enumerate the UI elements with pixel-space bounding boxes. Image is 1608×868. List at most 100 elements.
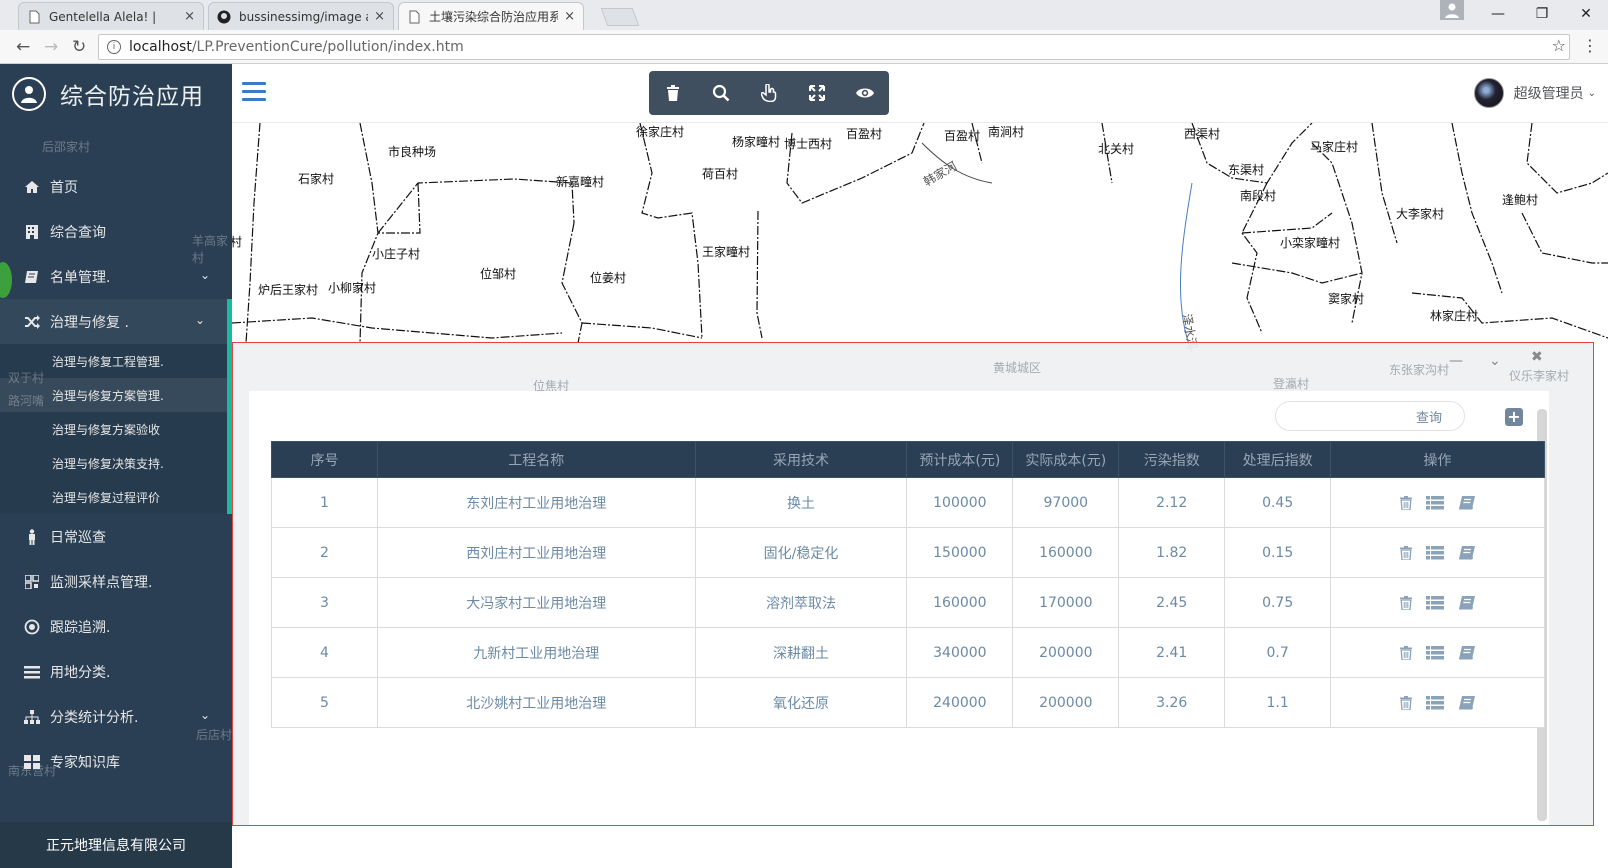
- window-minimize-button[interactable]: —: [1476, 0, 1520, 28]
- cell-project-name: 九新村工业用地治理: [376, 627, 696, 678]
- table-row[interactable]: 5 北沙姚村工业用地治理 氧化还原 240000 200000 3.26 1.1: [271, 677, 1545, 728]
- sidebar-item-sampling[interactable]: 监测采样点管理.: [0, 559, 232, 604]
- panel-minimize-button[interactable]: —: [1449, 353, 1463, 369]
- user-md-icon: [12, 77, 46, 111]
- hand-pointer-icon[interactable]: [747, 71, 791, 115]
- column-header[interactable]: 采用技术: [694, 441, 908, 478]
- column-header[interactable]: 序号: [271, 441, 378, 478]
- tab-close-icon[interactable]: ×: [184, 9, 195, 24]
- column-header[interactable]: 处理后指数: [1224, 441, 1332, 478]
- cell-treated-index: 1.1: [1224, 677, 1332, 728]
- map-village-label: 石家村: [298, 172, 335, 186]
- back-icon[interactable]: ←: [16, 37, 30, 57]
- list-icon[interactable]: [1425, 595, 1444, 610]
- book-icon[interactable]: [1458, 545, 1476, 560]
- trash-icon[interactable]: [1399, 545, 1412, 560]
- map-village-label: 市良种场: [388, 145, 437, 159]
- table-row[interactable]: 1 东刘庄村工业用地治理 换土 100000 97000 2.12 0.45: [271, 477, 1545, 528]
- sidebar-item-list-management[interactable]: 名单管理. ⌄: [0, 254, 232, 299]
- cell-index: 2: [271, 527, 378, 578]
- map-village-label: 西渠村: [1184, 127, 1221, 141]
- menu-toggle-icon[interactable]: [242, 82, 266, 106]
- cell-pollution-index: 2.41: [1118, 627, 1226, 678]
- panel-collapse-button[interactable]: ⌄: [1489, 353, 1501, 369]
- trash-icon[interactable]: [1399, 595, 1412, 610]
- cell-treated-index: 0.15: [1224, 527, 1332, 578]
- cell-index: 1: [271, 477, 378, 528]
- browser-toolbar: ← → ↻ i localhost /LP.PreventionCure/pol…: [0, 30, 1608, 64]
- list-icon[interactable]: [1425, 545, 1444, 560]
- fullscreen-icon[interactable]: [795, 71, 839, 115]
- table-row[interactable]: 4 九新村工业用地治理 深耕翻土 340000 200000 2.41 0.7: [271, 627, 1545, 678]
- submenu-item-acceptance[interactable]: 治理与修复方案验收: [0, 412, 232, 446]
- column-header[interactable]: 预计成本(元): [906, 441, 1014, 478]
- panel-close-button[interactable]: ✖: [1531, 349, 1543, 365]
- sidebar-item-label: 治理与修复 .: [50, 314, 129, 331]
- eye-icon[interactable]: [843, 71, 887, 115]
- app-root: 后邵家村 羊高家村 双于村 路河嘴 后店村 南东营村 综合防治应用 首页 综合查…: [0, 64, 1608, 868]
- address-bar[interactable]: i localhost /LP.PreventionCure/pollution…: [98, 34, 1570, 60]
- tab-close-icon[interactable]: ×: [564, 9, 575, 24]
- book-icon[interactable]: [1458, 495, 1476, 510]
- submenu-item-decision[interactable]: 治理与修复决策支持.: [0, 446, 232, 480]
- tab-close-icon[interactable]: ×: [374, 9, 385, 24]
- sidebar-brand[interactable]: 综合防治应用: [0, 64, 232, 124]
- add-icon[interactable]: +: [1505, 408, 1523, 426]
- cell-treated-index: 0.45: [1224, 477, 1332, 528]
- column-header[interactable]: 实际成本(元): [1012, 441, 1120, 478]
- sidebar-item-patrol[interactable]: 日常巡查: [0, 514, 232, 559]
- search-input[interactable]: [1286, 406, 1406, 426]
- remediation-plan-panel: 黄城城区 位焦村 登瀛村 东张家沟村 仪乐李家村 — ⌄ ✖ 查询 + 序号 工…: [232, 342, 1594, 826]
- sidebar-item-statistics[interactable]: 分类统计分析. ⌄: [0, 694, 232, 739]
- table-row[interactable]: 3 大冯家村工业用地治理 溶剂萃取法 160000 170000 2.45 0.…: [271, 577, 1545, 628]
- trash-icon[interactable]: [1399, 495, 1412, 510]
- bookmark-star-icon[interactable]: ☆: [1552, 36, 1566, 55]
- user-menu[interactable]: 超级管理员 ⌄: [1473, 78, 1596, 108]
- new-tab-button[interactable]: [600, 8, 640, 26]
- cell-pollution-index: 2.12: [1118, 477, 1226, 528]
- map-village-label: 百盈村: [846, 127, 883, 141]
- book-icon[interactable]: [1458, 645, 1476, 660]
- submenu-item-project[interactable]: 治理与修复工程管理.: [0, 344, 232, 378]
- list-icon[interactable]: [1425, 695, 1444, 710]
- browser-menu-icon[interactable]: ⋮: [1582, 36, 1598, 55]
- trash-icon[interactable]: [1399, 695, 1412, 710]
- forward-icon[interactable]: →: [44, 37, 58, 57]
- sidebar-item-home[interactable]: 首页: [0, 164, 232, 209]
- sidebar-item-label: 首页: [50, 179, 78, 196]
- sidebar-item-remediation[interactable]: 治理与修复 . ⌄: [0, 299, 232, 344]
- browser-tab-github[interactable]: bussinessimg/image at ×: [208, 2, 394, 30]
- top-nav: 超级管理员 ⌄: [232, 64, 1608, 123]
- search-icon[interactable]: [699, 71, 743, 115]
- list-icon[interactable]: [1425, 495, 1444, 510]
- column-header[interactable]: 污染指数: [1118, 441, 1226, 478]
- target-icon: [22, 619, 42, 635]
- search-button[interactable]: 查询: [1416, 407, 1442, 426]
- url-path: /LP.PreventionCure/pollution/index.htm: [191, 39, 464, 55]
- window-restore-button[interactable]: ❐: [1520, 0, 1564, 28]
- sidebar-item-query[interactable]: 综合查询: [0, 209, 232, 254]
- book-icon[interactable]: [1458, 595, 1476, 610]
- sidebar-item-land-class[interactable]: 用地分类.: [0, 649, 232, 694]
- sidebar-item-trace[interactable]: 跟踪追溯.: [0, 604, 232, 649]
- table-row[interactable]: 2 西刘庄村工业用地治理 固化/稳定化 150000 160000 1.82 0…: [271, 527, 1545, 578]
- reload-icon[interactable]: ↻: [72, 37, 86, 57]
- submenu-item-plan[interactable]: 治理与修复方案管理.: [0, 378, 232, 412]
- book-icon[interactable]: [1458, 695, 1476, 710]
- map-village-label: 王家疃村: [702, 245, 751, 259]
- submenu-item-evaluation[interactable]: 治理与修复过程评价: [0, 480, 232, 514]
- profile-icon[interactable]: [1440, 0, 1464, 20]
- trash-icon[interactable]: [651, 71, 695, 115]
- browser-tab-gentelella[interactable]: Gentelella Alela! | ×: [18, 2, 204, 30]
- map-village-label: 南涧村: [988, 125, 1025, 139]
- qrcode-icon: [22, 574, 42, 589]
- browser-tab-strip: Gentelella Alela! | × bussinessimg/image…: [0, 0, 1608, 30]
- info-icon[interactable]: i: [107, 40, 121, 54]
- window-close-button[interactable]: ✕: [1564, 0, 1608, 28]
- app-title: 综合防治应用: [60, 84, 204, 110]
- list-icon[interactable]: [1425, 645, 1444, 660]
- column-header[interactable]: 工程名称: [376, 441, 696, 478]
- sidebar-item-knowledge[interactable]: 专家知识库: [0, 739, 232, 784]
- trash-icon[interactable]: [1399, 645, 1412, 660]
- browser-tab-pollution[interactable]: 土壤污染综合防治应用系 ×: [398, 2, 584, 30]
